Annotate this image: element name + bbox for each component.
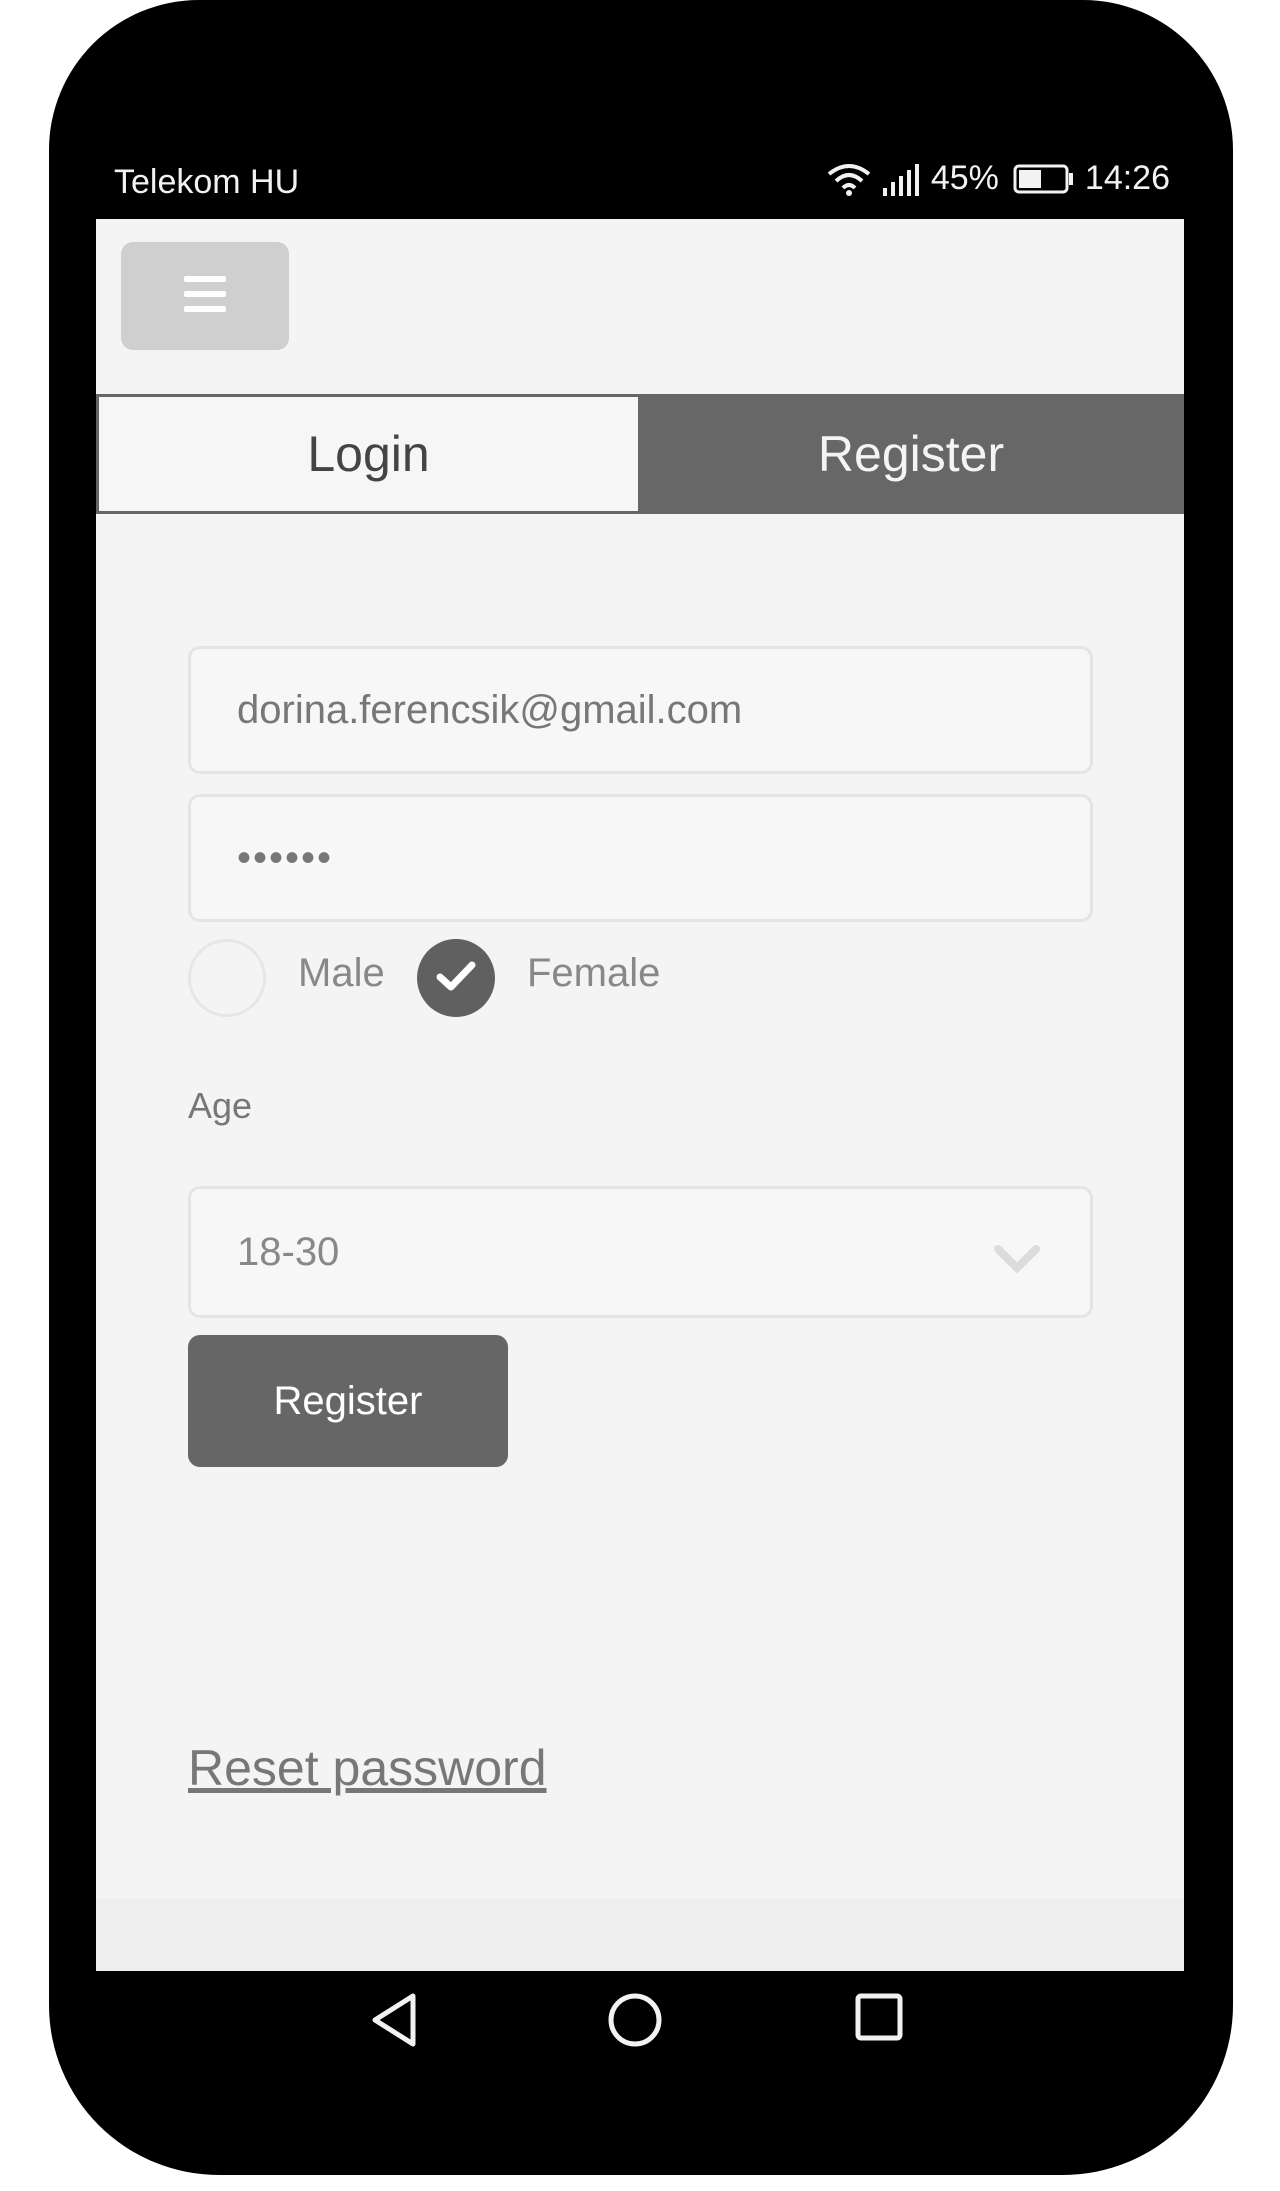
app-screen: Login Register dorina.ferencsik@gmail.co… [96,219,1184,1971]
female-label: Female [527,951,661,995]
female-radio[interactable] [417,939,495,1017]
age-select[interactable]: 18-30 [188,1186,1093,1318]
screen-footer [96,1899,1184,1971]
chevron-down-icon [994,1239,1040,1284]
register-button[interactable]: Register [188,1335,508,1467]
male-radio[interactable] [188,939,266,1017]
home-icon[interactable] [607,1992,663,2053]
checkmark-icon [436,960,476,997]
menu-button[interactable] [121,242,289,350]
age-select-value: 18-30 [237,1229,340,1274]
recents-icon[interactable] [854,1992,904,2047]
reset-password-link[interactable]: Reset password [188,1739,547,1797]
back-icon[interactable] [369,1992,421,2053]
tab-login[interactable]: Login [96,394,638,514]
battery-percent: 45% [930,159,999,197]
gender-radio-group: Male Female [188,939,1093,1019]
age-label: Age [188,1085,253,1126]
male-label: Male [298,951,385,995]
signal-icon [881,162,921,196]
auth-tabs: Login Register [96,394,1184,514]
status-bar: Telekom HU 45% 14:26 [96,143,1170,219]
password-field[interactable]: •••••• [188,794,1093,922]
wifi-icon [827,162,871,196]
clock: 14:26 [1084,159,1170,197]
email-field[interactable]: dorina.ferencsik@gmail.com [188,646,1093,774]
status-icons: 45% 14:26 [827,159,1170,198]
hamburger-menu-icon [184,275,226,317]
battery-icon [1013,164,1075,194]
navigation-bar [49,1972,1233,2082]
carrier-name: Telekom HU [114,163,300,201]
tab-register[interactable]: Register [638,394,1184,514]
